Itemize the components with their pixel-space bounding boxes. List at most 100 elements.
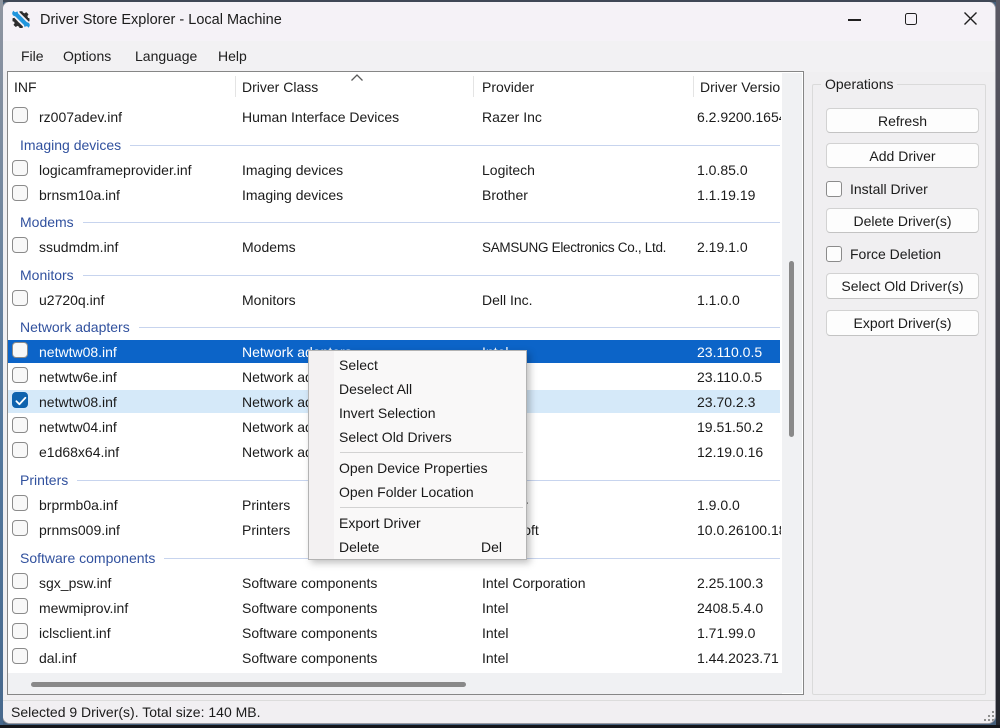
table-row[interactable]: brnsm10a.inf Imaging devices Brother 1.1.19… — [8, 183, 781, 208]
table-row[interactable]: dal.inf Software components Intel 1.44.2023… — [8, 646, 781, 671]
context-menu-item-export-driver[interactable]: Export Driver — [309, 511, 526, 535]
group-header-label[interactable]: Software components — [20, 546, 155, 571]
row-checkbox[interactable] — [12, 442, 28, 459]
row-checkbox[interactable] — [12, 494, 28, 511]
cell-provider: Intel Corporation — [482, 574, 586, 591]
column-header-driver-class[interactable]: Driver Class — [242, 72, 318, 101]
cell-driver-version: 1.71.99.0 — [697, 624, 756, 641]
cell-provider: Razer Inc — [482, 109, 542, 125]
column-separator[interactable] — [235, 76, 236, 97]
cell-inf: netwtw08.inf — [39, 344, 117, 361]
row-checkbox[interactable] — [12, 159, 28, 176]
column-separator[interactable] — [473, 76, 474, 97]
context-menu-item-label: Delete — [339, 539, 380, 555]
row-checkbox[interactable] — [12, 417, 28, 434]
context-menu-item-deselect-all[interactable]: Deselect All — [309, 377, 526, 401]
cell-driver-class: Software components — [242, 574, 378, 591]
cell-driver-version: 1.1.0.0 — [697, 291, 740, 308]
row-checkbox[interactable] — [12, 622, 28, 639]
cell-driver-version: 19.51.50.2 — [697, 419, 764, 436]
sort-ascending-icon — [351, 74, 363, 81]
table-row[interactable]: logicamframeprovider.inf Imaging devices L… — [8, 158, 781, 183]
row-checkbox[interactable] — [12, 237, 28, 254]
context-menu-item-select-old-drivers[interactable]: Select Old Drivers — [309, 425, 526, 449]
column-header-inf[interactable]: INF — [14, 72, 37, 101]
row-checkbox[interactable] — [12, 572, 28, 589]
install-driver-label: Install Driver — [850, 181, 928, 197]
row-highlight — [8, 183, 780, 206]
group-header-label[interactable]: Modems — [20, 210, 74, 235]
group-header-label[interactable]: Network adapters — [20, 315, 130, 340]
context-menu-item-delete[interactable]: Delete Del — [309, 535, 526, 559]
context-menu-item-label: Export Driver — [339, 515, 421, 531]
table-row[interactable]: mewmiprov.inf Software components Intel 240… — [8, 596, 781, 621]
row-checkbox[interactable] — [12, 597, 28, 614]
add-driver-button[interactable]: Add Driver — [826, 143, 979, 168]
cell-driver-class: Software components — [242, 624, 378, 641]
cell-provider: Intel — [482, 624, 509, 641]
table-row[interactable]: rz007adev.inf Human Interface Devices Raze… — [8, 105, 781, 130]
vertical-scrollbar-thumb[interactable] — [789, 261, 794, 437]
install-driver-checkbox[interactable] — [826, 181, 842, 197]
table-row[interactable]: iclsclient.inf Software components Intel 1.… — [8, 621, 781, 646]
column-header-provider[interactable]: Provider — [482, 72, 534, 101]
row-highlight — [8, 646, 780, 669]
cell-inf: brprmb0a.inf — [39, 496, 118, 513]
menu-file[interactable]: File — [21, 41, 44, 72]
group-header-label[interactable]: Monitors — [20, 263, 74, 288]
close-icon[interactable] — [964, 12, 977, 25]
delete-drivers-button[interactable]: Delete Driver(s) — [826, 208, 979, 233]
row-checkbox[interactable] — [12, 107, 28, 123]
group-header: Modems — [8, 208, 781, 236]
cell-driver-version: 2.25.100.3 — [697, 574, 764, 591]
desktop-edge-right — [996, 0, 1000, 728]
cell-inf: sgx_psw.inf — [39, 574, 112, 591]
cell-provider: Intel — [482, 649, 509, 666]
cell-driver-class: Imaging devices — [242, 161, 344, 178]
column-separator[interactable] — [693, 76, 694, 97]
group-header-line — [82, 263, 781, 288]
titlebar[interactable]: Driver Store Explorer - Local Machine — [3, 2, 995, 41]
row-checkbox[interactable] — [12, 519, 28, 536]
row-checkbox[interactable] — [12, 184, 28, 201]
cell-driver-class: Imaging devices — [242, 186, 344, 203]
menu-options[interactable]: Options — [63, 41, 111, 72]
menu-language[interactable]: Language — [135, 41, 197, 72]
resize-grip-icon[interactable] — [983, 710, 995, 722]
context-menu-item-open-folder-location[interactable]: Open Folder Location — [309, 480, 526, 504]
cell-inf: netwtw08.inf — [39, 394, 117, 411]
context-menu: Select Deselect All Invert Selection Select… — [308, 350, 527, 560]
force-deletion-checkbox[interactable] — [826, 246, 842, 262]
context-menu-item-open-device-properties[interactable]: Open Device Properties — [309, 456, 526, 480]
cell-driver-version: 10.0.26100.1882 — [697, 521, 781, 538]
horizontal-scrollbar-thumb[interactable] — [31, 682, 466, 687]
table-row[interactable]: sgx_psw.inf Software components Intel Corp… — [8, 571, 781, 596]
cell-inf: e1d68x64.inf — [39, 444, 120, 461]
column-header-driver-version[interactable]: Driver Version — [700, 72, 781, 101]
row-checkbox-checked[interactable] — [12, 392, 28, 409]
cell-driver-version: 1.44.2023.71 — [697, 649, 779, 666]
group-header-label[interactable]: Printers — [20, 468, 68, 493]
menu-help[interactable]: Help — [218, 41, 247, 72]
cell-driver-class: Software components — [242, 599, 378, 616]
cell-inf: ssudmdm.inf — [39, 239, 119, 256]
cell-driver-version: 2.19.1.0 — [697, 239, 748, 256]
row-checkbox[interactable] — [12, 647, 28, 664]
minimize-icon[interactable] — [848, 19, 861, 21]
row-highlight — [8, 288, 780, 311]
row-checkbox[interactable] — [12, 367, 28, 384]
table-row[interactable]: ssudmdm.inf Modems SAMSUNG Electronics Co.… — [8, 235, 781, 260]
operations-title: Operations — [821, 76, 898, 92]
desktop-edge-left — [0, 0, 3, 728]
group-header-label[interactable]: Imaging devices — [20, 133, 121, 158]
cell-inf: netwtw6e.inf — [39, 369, 117, 386]
refresh-button[interactable]: Refresh — [826, 108, 979, 133]
row-checkbox[interactable] — [12, 342, 28, 359]
context-menu-item-select[interactable]: Select — [309, 353, 526, 377]
export-drivers-button[interactable]: Export Driver(s) — [826, 310, 979, 336]
table-row[interactable]: u2720q.inf Monitors Dell Inc. 1.1.0.0 — [8, 288, 781, 313]
row-checkbox[interactable] — [12, 289, 28, 306]
context-menu-item-invert-selection[interactable]: Invert Selection — [309, 401, 526, 425]
select-old-drivers-button[interactable]: Select Old Driver(s) — [826, 273, 979, 299]
maximize-icon[interactable] — [905, 13, 917, 25]
